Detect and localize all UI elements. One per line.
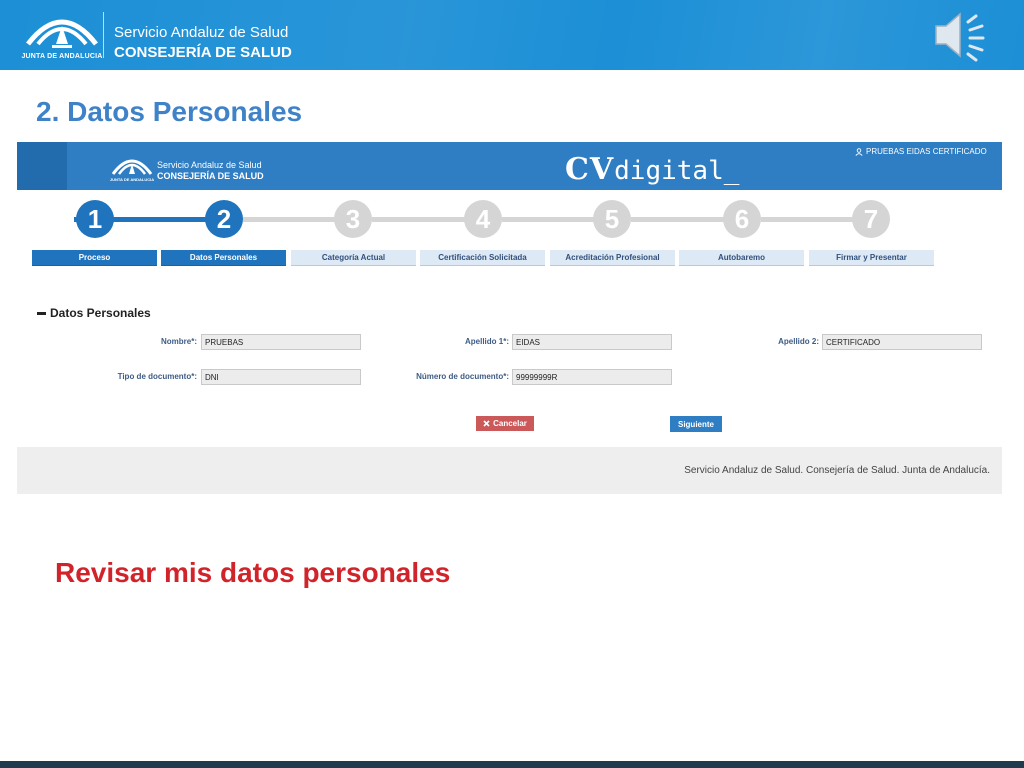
tab-categoria-actual[interactable]: Categoría Actual	[291, 250, 416, 266]
app-logo-small-text: JUNTA DE ANDALUCIA	[109, 177, 155, 182]
tab-acreditacion-profesional[interactable]: Acreditación Profesional	[550, 250, 675, 266]
tab-proceso[interactable]: Proceso	[32, 250, 157, 266]
app-header: JUNTA DE ANDALUCIA Servicio Andaluz de S…	[17, 142, 1002, 190]
next-button[interactable]: Siguiente	[670, 416, 722, 432]
step-connector-2	[243, 217, 343, 222]
user-menu[interactable]: PRUEBAS EIDAS CERTIFICADO	[855, 147, 987, 156]
step-tabs: Proceso Datos Personales Categoría Actua…	[17, 250, 1002, 267]
junta-logo: JUNTA DE ANDALUCIA	[14, 4, 102, 66]
app-logo-line2: CONSEJERÍA DE SALUD	[157, 171, 264, 181]
brand-digital: digital_	[614, 156, 740, 186]
banner-divider	[103, 12, 104, 58]
brand-cv: CV	[565, 152, 615, 187]
step-circle-1[interactable]: 1	[76, 200, 114, 238]
app-logo-line1: Servicio Andaluz de Salud	[157, 160, 262, 170]
tab-autobaremo[interactable]: Autobaremo	[679, 250, 804, 266]
step-connector-6	[761, 217, 861, 222]
app-header-left-band	[17, 142, 67, 190]
close-icon	[483, 420, 490, 427]
junta-arch-icon	[26, 19, 98, 48]
top-banner: JUNTA DE ANDALUCIA Servicio Andaluz de S…	[0, 0, 1024, 70]
slide-title: 2. Datos Personales	[36, 96, 303, 127]
user-icon	[855, 148, 863, 156]
progress-stepper: 1 2 3 4 5 6 7	[17, 198, 1002, 243]
collapse-icon	[37, 312, 46, 316]
app-junta-arch-icon	[111, 159, 153, 175]
cv-digital-app: JUNTA DE ANDALUCIA Servicio Andaluz de S…	[17, 142, 1002, 494]
step-circle-2[interactable]: 2	[205, 200, 243, 238]
numero-documento-field[interactable]	[512, 369, 672, 385]
step-circle-5[interactable]: 5	[593, 200, 631, 238]
step-circle-6[interactable]: 6	[723, 200, 761, 238]
nombre-field[interactable]	[201, 334, 361, 350]
section-title-text: Datos Personales	[50, 306, 151, 320]
cancel-button-label: Cancelar	[493, 419, 527, 428]
step-connector-4	[502, 217, 602, 222]
banner-line2: CONSEJERÍA DE SALUD	[114, 44, 292, 61]
numero-documento-label: Número de documento*:	[416, 372, 509, 381]
app-footer: Servicio Andaluz de Salud. Consejería de…	[17, 447, 1002, 494]
step-circle-7[interactable]: 7	[852, 200, 890, 238]
tab-firmar-presentar[interactable]: Firmar y Presentar	[809, 250, 934, 266]
step-connector-5	[631, 217, 731, 222]
apellido2-label: Apellido 2:	[778, 337, 819, 346]
step-circle-4[interactable]: 4	[464, 200, 502, 238]
step-connector-3	[372, 217, 472, 222]
tab-datos-personales[interactable]: Datos Personales	[161, 250, 286, 266]
app-logo: JUNTA DE ANDALUCIA Servicio Andaluz de S…	[109, 150, 264, 184]
apellido2-field[interactable]	[822, 334, 982, 350]
cv-digital-brand: CVdigital_	[565, 152, 739, 187]
apellido1-field[interactable]	[512, 334, 672, 350]
banner-line1: Servicio Andaluz de Salud	[114, 24, 289, 41]
section-title[interactable]: Datos Personales	[37, 306, 151, 320]
step-circle-3[interactable]: 3	[334, 200, 372, 238]
user-name: PRUEBAS EIDAS CERTIFICADO	[866, 147, 987, 156]
nombre-label: Nombre*:	[160, 337, 197, 346]
slide-subtitle: Revisar mis datos personales	[55, 557, 451, 588]
app-footer-text: Servicio Andaluz de Salud. Consejería de…	[684, 465, 990, 476]
tab-certificacion-solicitada[interactable]: Certificación Solicitada	[420, 250, 545, 266]
apellido1-label: Apellido 1*:	[464, 337, 509, 346]
junta-logo-text: JUNTA DE ANDALUCIA	[21, 53, 103, 60]
tipo-documento-field[interactable]	[201, 369, 361, 385]
speaker-icon[interactable]	[930, 4, 1000, 66]
tipo-documento-label: Tipo de documento*:	[117, 372, 197, 381]
bottom-bar	[0, 761, 1024, 768]
cancel-button[interactable]: Cancelar	[476, 416, 534, 431]
